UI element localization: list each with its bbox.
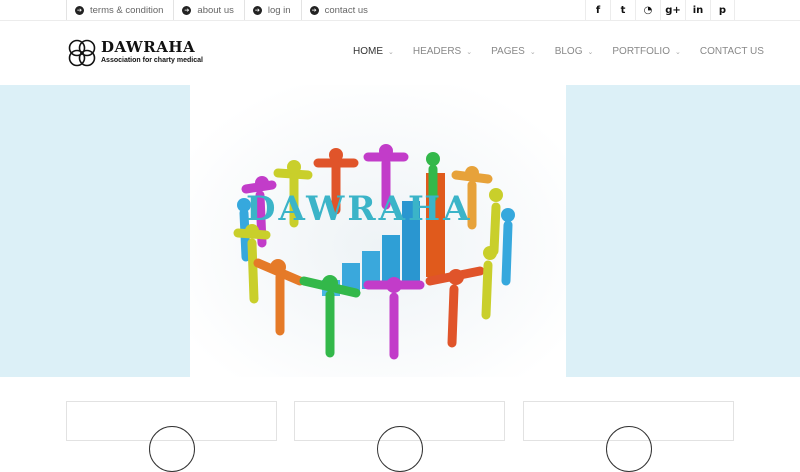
site-header: DAWRAHA Association for charty medical H… — [0, 21, 800, 85]
logo-knot-icon — [68, 39, 96, 67]
card-icon-circle — [606, 426, 652, 472]
nav-label: BLOG — [554, 46, 583, 57]
nav-label: PAGES — [491, 46, 525, 57]
twitter-icon[interactable]: t — [610, 0, 635, 20]
feature-card[interactable] — [294, 401, 505, 472]
people-chart-illustration — [190, 85, 566, 377]
nav-label: CONTACT US — [699, 46, 764, 57]
logo-subtitle: Association for charty medical — [101, 57, 203, 64]
nav-headers[interactable]: HEADERS ⌄ — [413, 46, 472, 57]
top-links: ➔ terms & condition ➔ about us ➔ log in … — [66, 0, 378, 20]
nav-label: HEADERS — [412, 46, 462, 57]
hero-image — [190, 85, 566, 377]
top-link-label: contact us — [324, 4, 368, 16]
chevron-down-icon: ⌄ — [388, 47, 394, 56]
pinterest-icon[interactable]: p — [710, 0, 735, 20]
top-link-about[interactable]: ➔ about us — [173, 0, 243, 20]
arrow-right-icon: ➔ — [75, 5, 84, 15]
arrow-right-icon: ➔ — [309, 5, 319, 15]
arrow-right-icon: ➔ — [252, 5, 262, 15]
chevron-down-icon: ⌄ — [587, 47, 594, 56]
feature-card[interactable] — [523, 401, 734, 472]
nav-home[interactable]: HOME ⌄ — [353, 46, 394, 57]
google-plus-icon[interactable]: g+ — [660, 0, 685, 20]
chevron-down-icon: ⌄ — [466, 47, 473, 56]
top-link-label: about us — [197, 4, 234, 16]
main-nav: HOME ⌄ HEADERS ⌄ PAGES ⌄ BLOG ⌄ PORTFOLI… — [353, 46, 783, 57]
card-icon-circle — [149, 426, 195, 472]
top-link-terms[interactable]: ➔ terms & condition — [66, 0, 173, 20]
top-bar: ➔ terms & condition ➔ about us ➔ log in … — [0, 0, 800, 21]
social-links: f t ◔ g+ in p — [585, 0, 735, 20]
logo-title: DAWRAHA — [101, 38, 196, 56]
logo[interactable]: DAWRAHA Association for charty medical — [66, 38, 206, 72]
nav-blog[interactable]: BLOG ⌄ — [555, 46, 594, 57]
rss-icon[interactable]: ◔ — [635, 0, 660, 20]
hero-title: DAWRAHA — [246, 189, 473, 229]
facebook-icon[interactable]: f — [585, 0, 610, 20]
hero-banner: DAWRAHA — [0, 85, 800, 377]
feature-card[interactable] — [66, 401, 277, 472]
nav-pages[interactable]: PAGES ⌄ — [491, 46, 536, 57]
nav-contact-us[interactable]: CONTACT US — [700, 46, 764, 57]
top-link-label: log in — [267, 4, 291, 16]
top-link-label: terms & condition — [90, 4, 164, 16]
nav-label: PORTFOLIO — [612, 46, 670, 57]
arrow-right-icon: ➔ — [182, 5, 192, 15]
nav-label: HOME — [353, 46, 383, 57]
card-icon-circle — [377, 426, 423, 472]
chevron-down-icon: ⌄ — [529, 47, 536, 56]
linkedin-icon[interactable]: in — [685, 0, 710, 20]
nav-portfolio[interactable]: PORTFOLIO ⌄ — [612, 46, 680, 57]
top-link-login[interactable]: ➔ log in — [243, 0, 301, 20]
top-link-contact[interactable]: ➔ contact us — [300, 0, 378, 20]
chevron-down-icon: ⌄ — [674, 47, 681, 56]
